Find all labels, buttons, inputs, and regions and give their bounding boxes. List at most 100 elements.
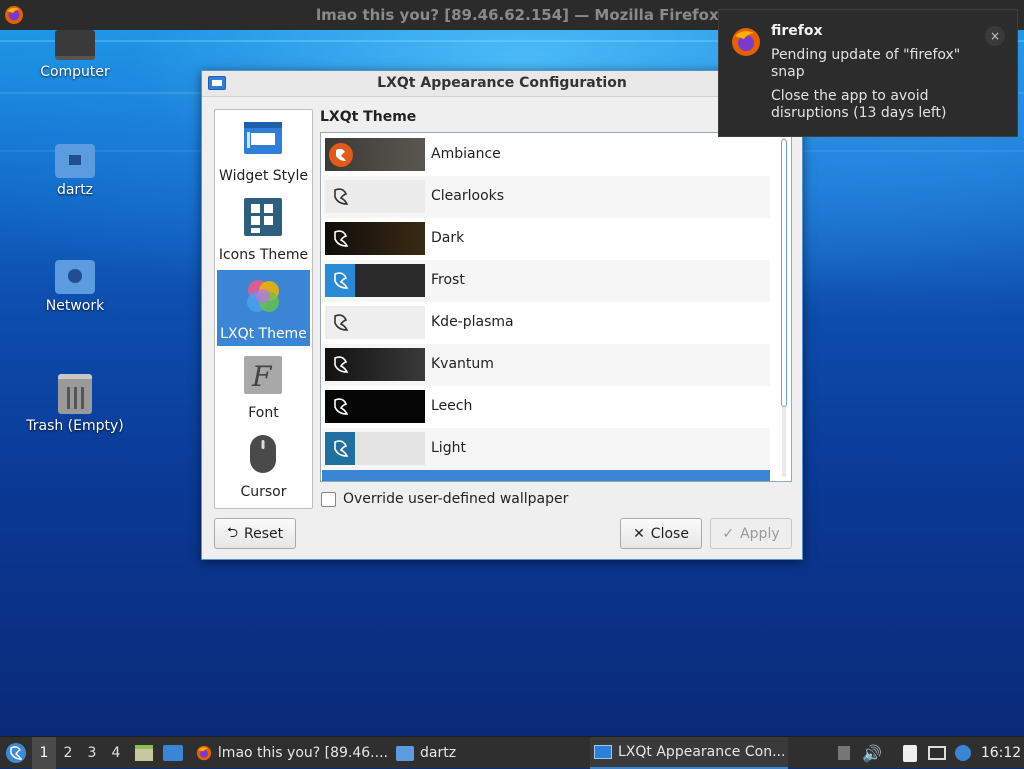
notification-close-button[interactable]: × bbox=[985, 26, 1005, 46]
theme-list[interactable]: Ambiance Clearlooks Dark Frost Kde-plasm… bbox=[320, 132, 792, 482]
lxqt-logo-icon bbox=[334, 314, 349, 331]
task-appearance[interactable]: LXQt Appearance Con... bbox=[590, 737, 788, 769]
dialog-title: LXQt Appearance Configuration bbox=[377, 75, 627, 91]
lxqt-logo-icon bbox=[334, 230, 349, 247]
undo-icon: ⮌ bbox=[226, 524, 239, 541]
clipboard-glyph bbox=[903, 744, 917, 762]
network-folder-icon bbox=[55, 260, 95, 294]
desktop-switch-1[interactable]: 1 bbox=[32, 737, 56, 769]
notification-detail: Close the app to avoid disruptions (13 d… bbox=[771, 88, 947, 121]
task-label: dartz bbox=[420, 745, 457, 761]
theme-row-ambiance[interactable]: Ambiance bbox=[322, 134, 770, 176]
scrollbar-thumb[interactable] bbox=[781, 139, 787, 407]
lxqt-logo-icon bbox=[334, 272, 349, 289]
desktop-icon-computer[interactable]: Computer bbox=[20, 30, 130, 80]
close-button[interactable]: ✕ Close bbox=[620, 518, 702, 549]
theme-thumbnail bbox=[325, 264, 425, 297]
lxqt-logo-icon bbox=[334, 440, 349, 457]
desktop-switch-4[interactable]: 4 bbox=[104, 737, 128, 769]
theme-list-scrollbar[interactable] bbox=[779, 137, 789, 477]
tray-expand-icon[interactable] bbox=[836, 737, 852, 769]
theme-thumbnail bbox=[325, 348, 425, 381]
icons-theme-icon bbox=[244, 198, 282, 236]
notification-message: Pending update of "firefox" snap bbox=[771, 47, 961, 80]
lxqt-logo-icon bbox=[329, 143, 353, 167]
sidebar-item-widget-style[interactable]: Widget Style bbox=[217, 112, 310, 188]
desktop-icon-label: Computer bbox=[40, 64, 110, 80]
firefox-icon bbox=[196, 745, 212, 761]
override-wallpaper-checkbox[interactable]: Override user-defined wallpaper bbox=[321, 491, 568, 507]
settings-sidebar: Widget Style Icons Theme LXQt Theme F Fo… bbox=[214, 109, 313, 509]
apply-button[interactable]: ✓ Apply bbox=[710, 518, 792, 549]
theme-row-kde-plasma[interactable]: Kde-plasma bbox=[322, 302, 770, 344]
update-glyph bbox=[955, 745, 971, 761]
theme-row-leech[interactable]: Leech bbox=[322, 386, 770, 428]
svg-text:F: F bbox=[251, 360, 273, 393]
task-label: lmao this you? [89.46.... bbox=[217, 745, 388, 761]
task-firefox[interactable]: lmao this you? [89.46.... bbox=[192, 737, 388, 769]
update-notifier-icon[interactable] bbox=[952, 737, 974, 769]
theme-row-clearlooks[interactable]: Clearlooks bbox=[322, 176, 770, 218]
lxqt-logo-icon bbox=[334, 398, 349, 415]
desktop-switch-3[interactable]: 3 bbox=[80, 737, 104, 769]
folder-icon bbox=[163, 745, 183, 761]
volume-icon[interactable]: 🔊 bbox=[862, 737, 882, 769]
override-wallpaper-label: Override user-defined wallpaper bbox=[343, 491, 569, 507]
theme-thumbnail bbox=[325, 138, 425, 171]
folder-icon bbox=[396, 745, 414, 761]
sidebar-item-lxqt-theme[interactable]: LXQt Theme bbox=[217, 270, 310, 346]
theme-thumbnail bbox=[325, 390, 425, 423]
clipboard-icon[interactable] bbox=[900, 737, 920, 769]
section-title: LXQt Theme bbox=[320, 109, 417, 125]
checkbox-box[interactable] bbox=[321, 491, 336, 507]
sidebar-item-cursor[interactable]: Cursor bbox=[217, 428, 310, 504]
desktop-switch-2[interactable]: 2 bbox=[56, 737, 80, 769]
computer-icon bbox=[55, 30, 95, 60]
checkmark-icon: ✓ bbox=[722, 525, 735, 542]
cursor-icon bbox=[250, 435, 276, 473]
reset-button[interactable]: ⮌ Reset bbox=[214, 518, 296, 549]
desktop-icon-trash[interactable]: Trash (Empty) bbox=[20, 374, 130, 434]
desktop-icon-dartz[interactable]: dartz bbox=[20, 144, 130, 198]
theme-thumbnail bbox=[325, 180, 425, 213]
notification-app-name: firefox bbox=[771, 23, 823, 39]
update-notification[interactable]: firefox Pending update of "firefox" snap… bbox=[718, 9, 1018, 137]
theme-row-dark[interactable]: Dark bbox=[322, 218, 770, 260]
theme-row-selected-partial[interactable] bbox=[322, 470, 770, 481]
desktop-icon-label: dartz bbox=[56, 182, 94, 198]
taskbar: 1 2 3 4 lmao this you? [89.46.... dartz … bbox=[0, 736, 1024, 769]
tray-arrow-icon bbox=[838, 746, 850, 760]
firefox-icon bbox=[731, 27, 761, 61]
theme-row-frost[interactable]: Frost bbox=[322, 260, 770, 302]
show-desktop-icon bbox=[135, 745, 153, 761]
task-label: LXQt Appearance Con... bbox=[618, 744, 786, 760]
task-dartz[interactable]: dartz bbox=[392, 737, 582, 769]
desktop-icon-network[interactable]: Network bbox=[20, 260, 130, 314]
theme-thumbnail bbox=[325, 222, 425, 255]
clock[interactable]: 16:12 bbox=[978, 737, 1024, 769]
sidebar-item-icons-theme[interactable]: Icons Theme bbox=[217, 191, 310, 267]
theme-row-light[interactable]: Light bbox=[322, 428, 770, 470]
show-desktop-button[interactable] bbox=[134, 737, 154, 769]
theme-thumbnail bbox=[325, 306, 425, 339]
dialog-titlebar[interactable]: LXQt Appearance Configuration bbox=[202, 71, 802, 97]
start-menu-button[interactable] bbox=[4, 737, 28, 769]
network-icon[interactable] bbox=[926, 737, 948, 769]
lxqt-logo-icon bbox=[6, 743, 26, 763]
widget-style-icon bbox=[244, 122, 282, 154]
file-manager-launcher[interactable] bbox=[162, 737, 184, 769]
sidebar-item-font[interactable]: F Font bbox=[217, 349, 310, 425]
theme-thumbnail bbox=[325, 432, 425, 465]
lxqt-theme-icon bbox=[247, 280, 279, 312]
desktop-icon-label: Network bbox=[45, 298, 105, 314]
home-folder-icon bbox=[55, 144, 95, 178]
appearance-icon bbox=[594, 745, 612, 759]
desktop-icon-label: Trash (Empty) bbox=[26, 418, 124, 434]
firefox-icon bbox=[4, 5, 24, 29]
close-icon: ✕ bbox=[633, 525, 645, 542]
network-glyph bbox=[928, 746, 946, 760]
firefox-window-title: lmao this you? [89.46.62.154] — Mozilla … bbox=[316, 6, 719, 24]
theme-row-kvantum[interactable]: Kvantum bbox=[322, 344, 770, 386]
trash-icon bbox=[58, 374, 92, 414]
appearance-dialog: LXQt Appearance Configuration Widget Sty… bbox=[201, 70, 803, 560]
